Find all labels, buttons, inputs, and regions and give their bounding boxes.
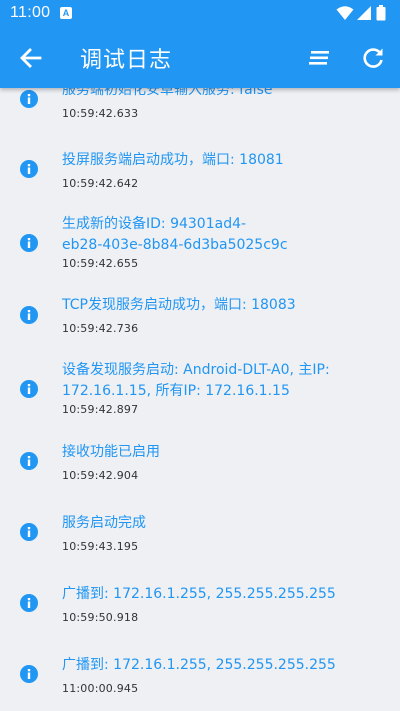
info-icon: [20, 380, 38, 398]
page-title: 调试日志: [80, 48, 173, 73]
clear-log-button[interactable]: [303, 41, 337, 75]
log-time: 10:59:42.655: [62, 257, 139, 270]
log-time: 10:59:42.633: [62, 107, 139, 120]
log-time: 10:59:50.918: [62, 611, 139, 624]
log-time: 10:59:42.736: [62, 322, 139, 335]
debug-log-screen: 11:00 A 调试日志 服务端初始化安卓输入服务: false 10:59:4…: [0, 0, 400, 711]
info-icon: [20, 594, 38, 612]
log-list[interactable]: 服务端初始化安卓输入服务: false 10:59:42.633 投屏服务端启动…: [0, 0, 400, 711]
info-icon: [20, 160, 38, 178]
info-icon: [20, 665, 38, 683]
status-icons: [336, 5, 392, 21]
info-icon: [20, 90, 38, 108]
clear-list-icon: [309, 51, 329, 65]
app-bar: 11:00 A 调试日志: [0, 0, 400, 88]
info-icon: [20, 306, 38, 324]
a-box-icon: A: [60, 7, 72, 19]
log-time: 10:59:42.897: [62, 403, 139, 416]
info-icon: [20, 234, 38, 252]
log-message: 投屏服务端启动成功，端口: 18081: [62, 152, 284, 168]
back-button[interactable]: [14, 41, 48, 75]
wifi-icon: [336, 6, 354, 20]
battery-icon: [376, 5, 386, 21]
status-time: 11:00: [10, 4, 51, 21]
status-bar: 11:00 A: [0, 0, 400, 28]
toolbar: 调试日志: [0, 28, 400, 88]
log-time: 11:00:00.945: [62, 682, 139, 695]
refresh-button[interactable]: [356, 41, 390, 75]
log-time: 10:59:43.195: [62, 540, 139, 553]
log-message: 广播到: 172.16.1.255, 255.255.255.255: [62, 657, 336, 673]
log-message: 广播到: 172.16.1.255, 255.255.255.255: [62, 586, 336, 602]
log-time: 10:59:42.642: [62, 177, 139, 190]
log-message: 设备发现服务启动: Android-DLT-A0, 主IP: 172.16.1.…: [62, 362, 330, 399]
signal-icon: [357, 6, 371, 20]
log-message: 服务启动完成: [62, 515, 146, 531]
log-time: 10:59:42.904: [62, 469, 139, 482]
log-message: TCP发现服务启动成功，端口: 18083: [62, 297, 296, 313]
log-message: 接收功能已启用: [62, 444, 160, 460]
info-icon: [20, 452, 38, 470]
info-icon: [20, 523, 38, 541]
arrow-left-icon: [20, 48, 42, 68]
log-message: 生成新的设备ID: 94301ad4- eb28-403e-8b84-6d3ba…: [62, 216, 288, 253]
refresh-icon: [363, 48, 383, 68]
